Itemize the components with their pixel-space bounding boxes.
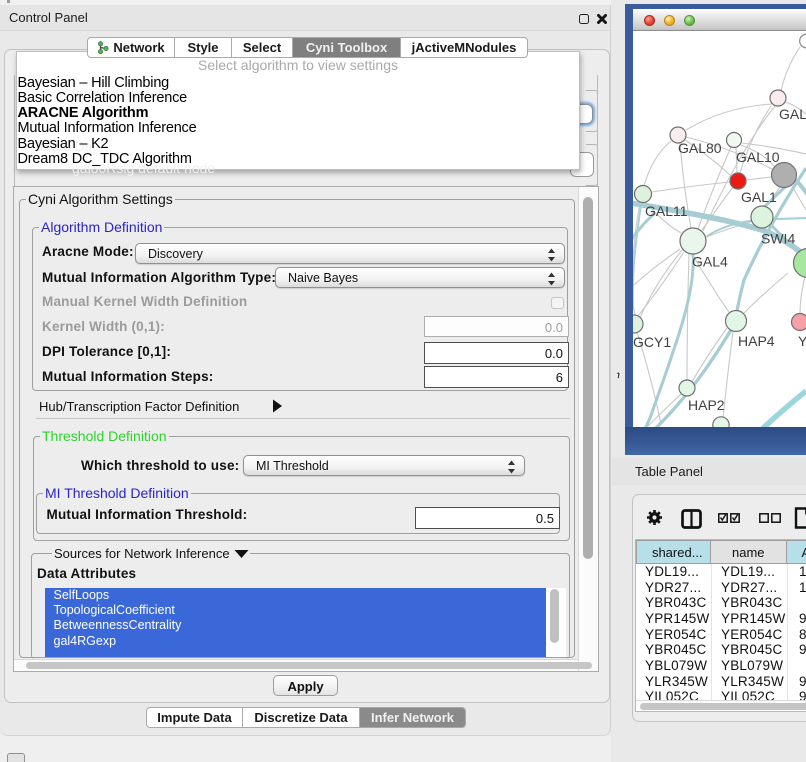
svg-text:GAL1: GAL1 [741,189,777,205]
svg-text:GCY1: GCY1 [633,334,671,350]
svg-text:GAL80: GAL80 [678,140,722,156]
svg-text:HAP4: HAP4 [738,333,775,349]
svg-text:GAL: GAL [779,106,806,122]
svg-text:SWI4: SWI4 [761,231,795,247]
svg-text:GAL4: GAL4 [692,254,728,270]
svg-text:GAL10: GAL10 [736,149,780,165]
svg-text:HAP2: HAP2 [688,397,725,413]
svg-text:GAL11: GAL11 [645,203,688,219]
svg-text:Y: Y [798,333,806,349]
